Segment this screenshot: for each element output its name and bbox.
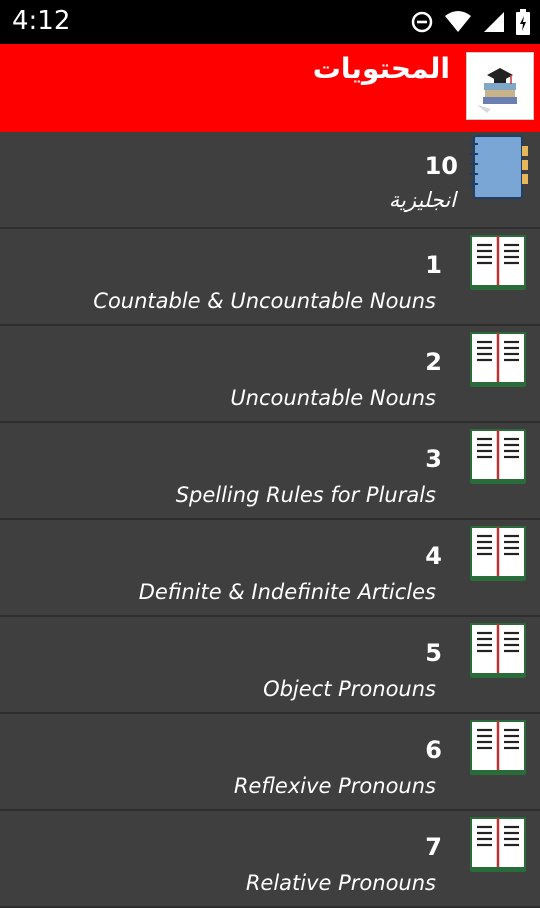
list-header-row[interactable]: 10 انجليزية — [0, 132, 540, 229]
header-subtitle: انجليزية — [388, 188, 456, 212]
app-bar: المحتويات — [0, 44, 540, 132]
open-book-icon — [470, 235, 526, 290]
wifi-icon — [445, 11, 471, 32]
item-title: Countable & Uncountable Nouns — [93, 289, 436, 313]
battery-icon — [516, 9, 530, 35]
item-title: Reflexive Pronouns — [233, 774, 436, 798]
open-book-icon — [470, 817, 526, 872]
list-item[interactable]: 5 Object Pronouns — [0, 617, 540, 714]
item-title: Uncountable Nouns — [230, 386, 436, 410]
item-number: 6 — [425, 736, 442, 764]
status-bar: 4:12 — [0, 0, 540, 44]
list-item[interactable]: 1 Countable & Uncountable Nouns — [0, 229, 540, 326]
open-book-icon — [470, 623, 526, 678]
item-number: 7 — [425, 833, 442, 861]
list-item[interactable]: 3 Spelling Rules for Plurals — [0, 423, 540, 520]
list-item[interactable]: 6 Reflexive Pronouns — [0, 714, 540, 811]
open-book-icon — [470, 526, 526, 581]
item-title: Relative Pronouns — [245, 871, 436, 895]
item-number: 3 — [425, 445, 442, 473]
signal-icon — [484, 12, 504, 32]
item-title: Definite & Indefinite Articles — [138, 580, 436, 604]
header-number: 10 — [424, 152, 458, 180]
notebook-icon — [470, 135, 528, 199]
status-icons — [410, 8, 530, 36]
contents-list: 10 انجليزية 1 Countable & Uncountable Nou… — [0, 132, 540, 908]
item-number: 5 — [425, 639, 442, 667]
status-time: 4:12 — [12, 6, 71, 36]
item-number: 2 — [425, 348, 442, 376]
list-item[interactable]: 7 Relative Pronouns — [0, 811, 540, 908]
item-number: 1 — [425, 251, 442, 279]
app-title: المحتويات — [312, 52, 450, 85]
item-title: Spelling Rules for Plurals — [175, 483, 436, 507]
do-not-disturb-icon — [411, 11, 433, 33]
list-item[interactable]: 4 Definite & Indefinite Articles — [0, 520, 540, 617]
item-number: 4 — [425, 542, 442, 570]
item-title: Object Pronouns — [263, 677, 436, 701]
open-book-icon — [470, 429, 526, 484]
list-item[interactable]: 2 Uncountable Nouns — [0, 326, 540, 423]
open-book-icon — [470, 332, 526, 387]
app-logo-icon[interactable] — [466, 52, 534, 120]
open-book-icon — [470, 720, 526, 775]
